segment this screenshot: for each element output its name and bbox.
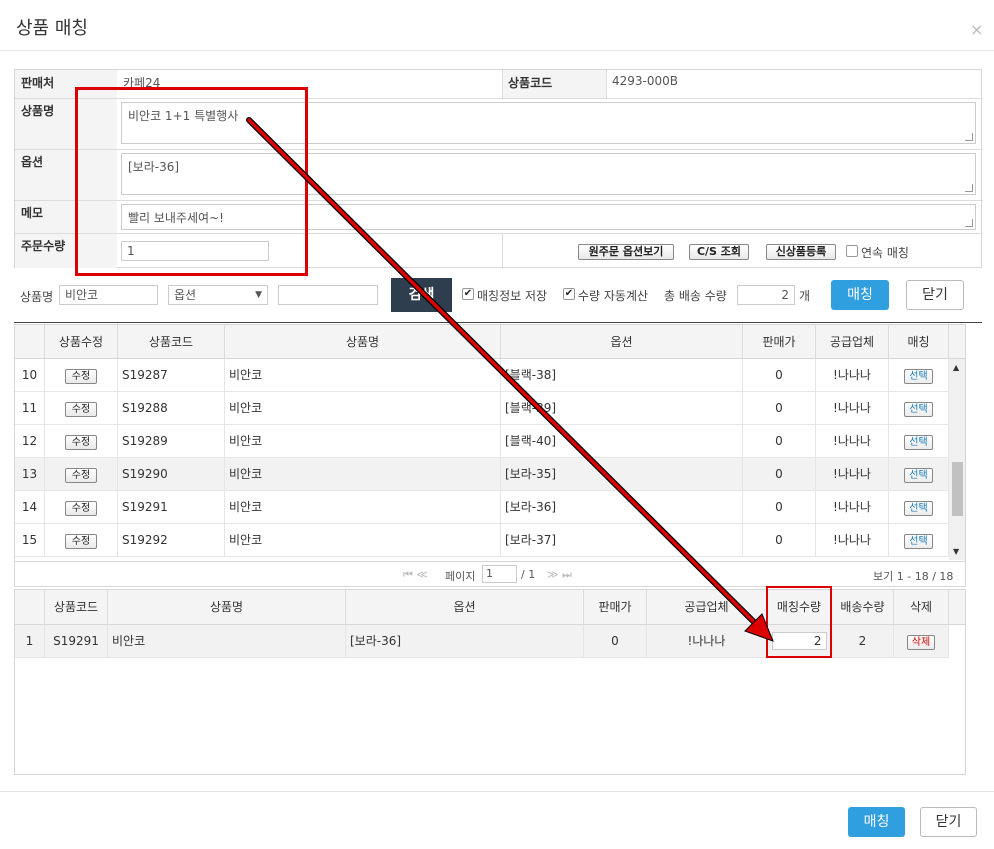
annotation-arrow [246,117,774,642]
